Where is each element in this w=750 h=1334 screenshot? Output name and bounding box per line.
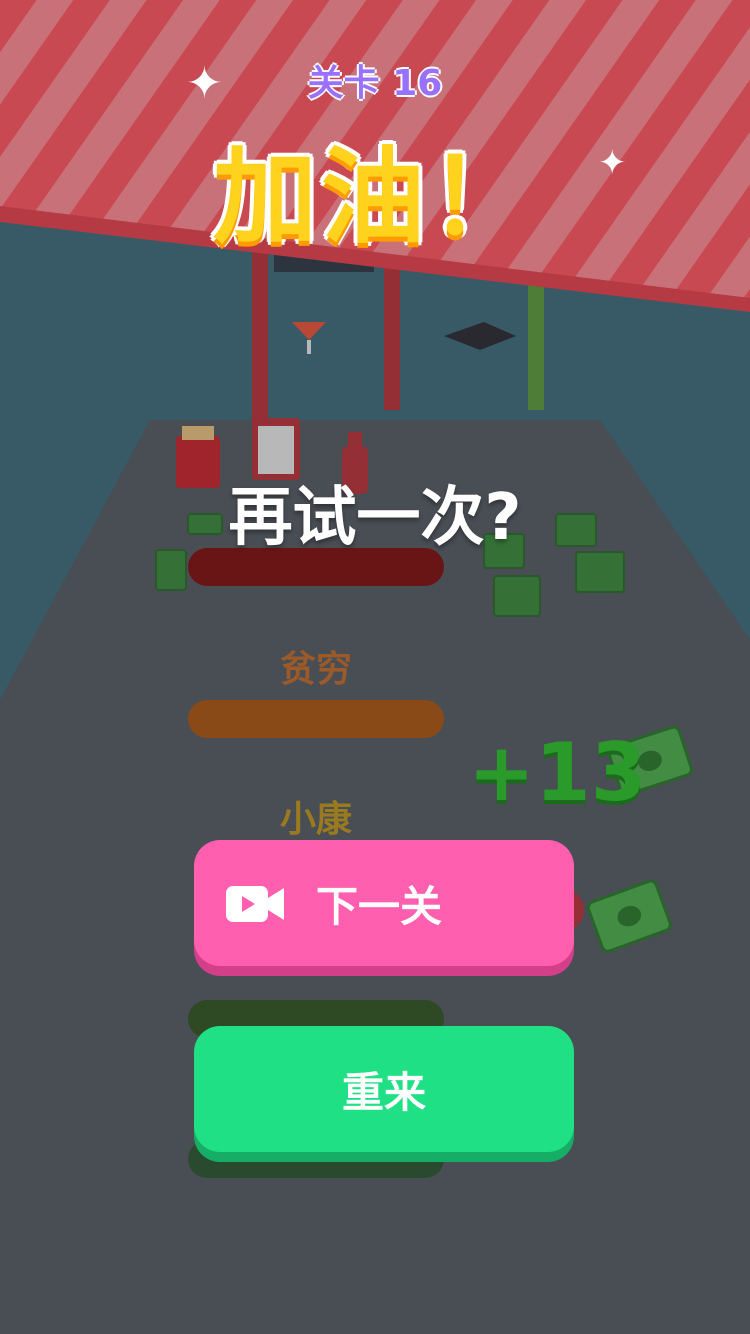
retry-label: 重来	[341, 1067, 426, 1117]
level-label: 关卡 16	[307, 63, 443, 104]
wealth-tier-label-2: 贫穷	[279, 649, 352, 690]
wealth-tier-label-3: 小康	[279, 799, 352, 840]
retry-question: 再试一次?	[228, 481, 522, 555]
next-level-button[interactable]: 下一关	[194, 840, 574, 966]
result-banner: ✦ ✦ 关卡 16 加油！	[0, 0, 750, 330]
video-camera-icon	[226, 886, 284, 922]
money-bonus-text: +13	[468, 726, 647, 819]
next-level-label: 下一关	[315, 881, 442, 931]
cheer-title: 加油！	[212, 136, 537, 258]
wealth-tier-bar-2	[188, 700, 444, 738]
retry-button[interactable]: 重来	[194, 1026, 574, 1152]
